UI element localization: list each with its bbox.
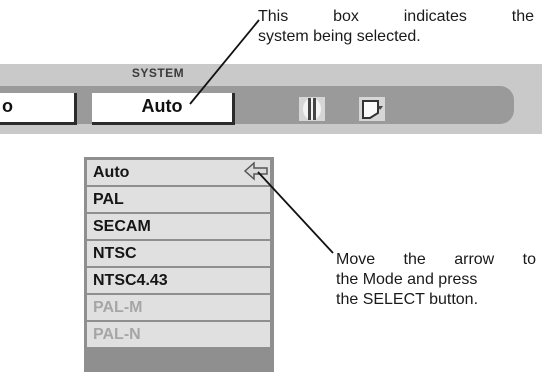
callout-system-box: This box indicates the system being sele… (258, 7, 534, 47)
option-ntsc443[interactable]: NTSC4.43 (87, 268, 270, 293)
callout-text: the SELECT button. (336, 291, 479, 308)
option-pal[interactable]: PAL (87, 187, 270, 212)
left-arrow-icon (243, 161, 268, 181)
menu-panel (0, 86, 514, 124)
callout-text: Move the arrow to (336, 251, 536, 268)
callout-text: system being selected. (258, 28, 421, 45)
option-secam[interactable]: SECAM (87, 214, 270, 239)
option-pal-n: PAL-N (87, 322, 270, 347)
screen-icon[interactable] (358, 96, 386, 122)
previous-menu-box[interactable]: o (0, 93, 77, 125)
option-pal-m: PAL-M (87, 295, 270, 320)
callout-text: This box indicates the (258, 8, 534, 25)
option-ntsc[interactable]: NTSC (87, 241, 270, 266)
contrast-icon[interactable] (298, 96, 326, 122)
callout-text: the Mode and press (336, 271, 478, 288)
callout-select-mode: Move the arrow to the Mode and press the… (336, 250, 536, 310)
menu-title: SYSTEM (131, 66, 185, 80)
system-selected-box[interactable]: Auto (92, 93, 235, 125)
